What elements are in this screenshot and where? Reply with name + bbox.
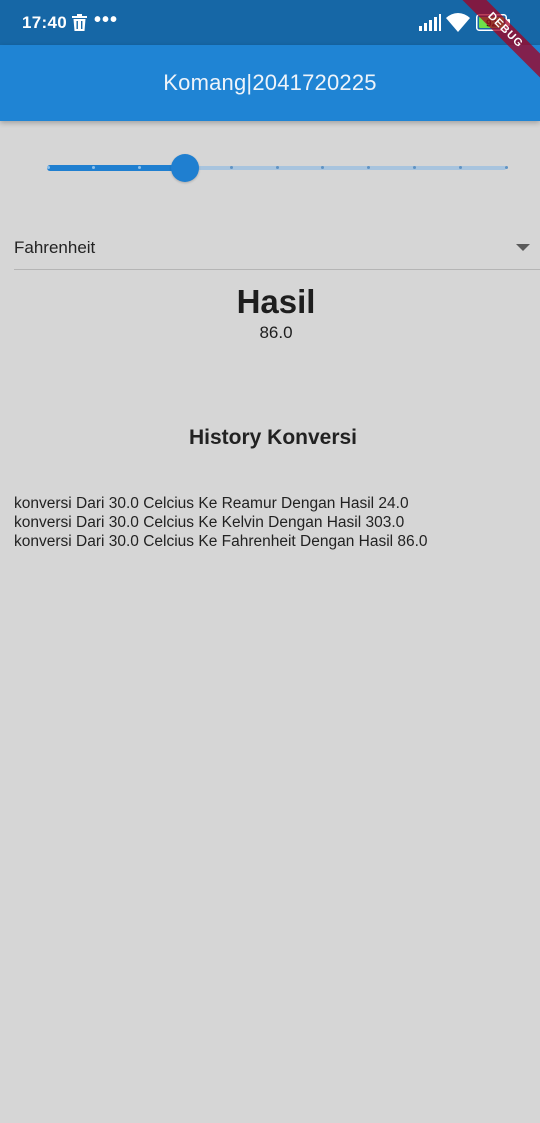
- overflow-dots-icon: •••: [94, 9, 119, 31]
- slider-tick: [504, 166, 508, 169]
- app-bar: Komang|2041720225: [0, 45, 540, 121]
- slider-thumb[interactable]: [171, 154, 200, 182]
- slider-tick: [275, 166, 279, 169]
- status-bar: 17:40 ••• 92: [0, 0, 540, 45]
- slider-tick: [412, 166, 416, 169]
- trash-icon: [72, 14, 87, 31]
- temperature-slider[interactable]: [40, 150, 514, 186]
- result-value: 86.0: [259, 323, 293, 342]
- wifi-icon: [446, 13, 470, 32]
- unit-dropdown[interactable]: Fahrenheit: [14, 227, 540, 270]
- history-item: konversi Dari 30.0 Celcius Ke Kelvin Den…: [14, 514, 405, 531]
- battery-icon: 92: [476, 14, 510, 31]
- signal-icon: [419, 14, 441, 31]
- slider-tick: [458, 166, 462, 169]
- dropdown-selected-value[interactable]: Fahrenheit: [14, 238, 95, 258]
- dropdown-arrow-icon[interactable]: [516, 244, 530, 251]
- status-time: 17:40: [22, 13, 67, 32]
- history-item: konversi Dari 30.0 Celcius Ke Reamur Den…: [14, 495, 409, 512]
- history-title: History Konversi: [188, 426, 358, 449]
- page-title: Komang|2041720225: [163, 70, 377, 95]
- slider-tick: [46, 166, 50, 169]
- result-title: Hasil: [236, 283, 316, 320]
- history-item: konversi Dari 30.0 Celcius Ke Fahrenheit…: [14, 533, 428, 550]
- slider-tick: [229, 166, 233, 169]
- battery-level: 92: [486, 19, 498, 30]
- slider-track-active[interactable]: [47, 165, 186, 171]
- history-list: konversi Dari 30.0 Celcius Ke Reamur Den…: [14, 494, 428, 551]
